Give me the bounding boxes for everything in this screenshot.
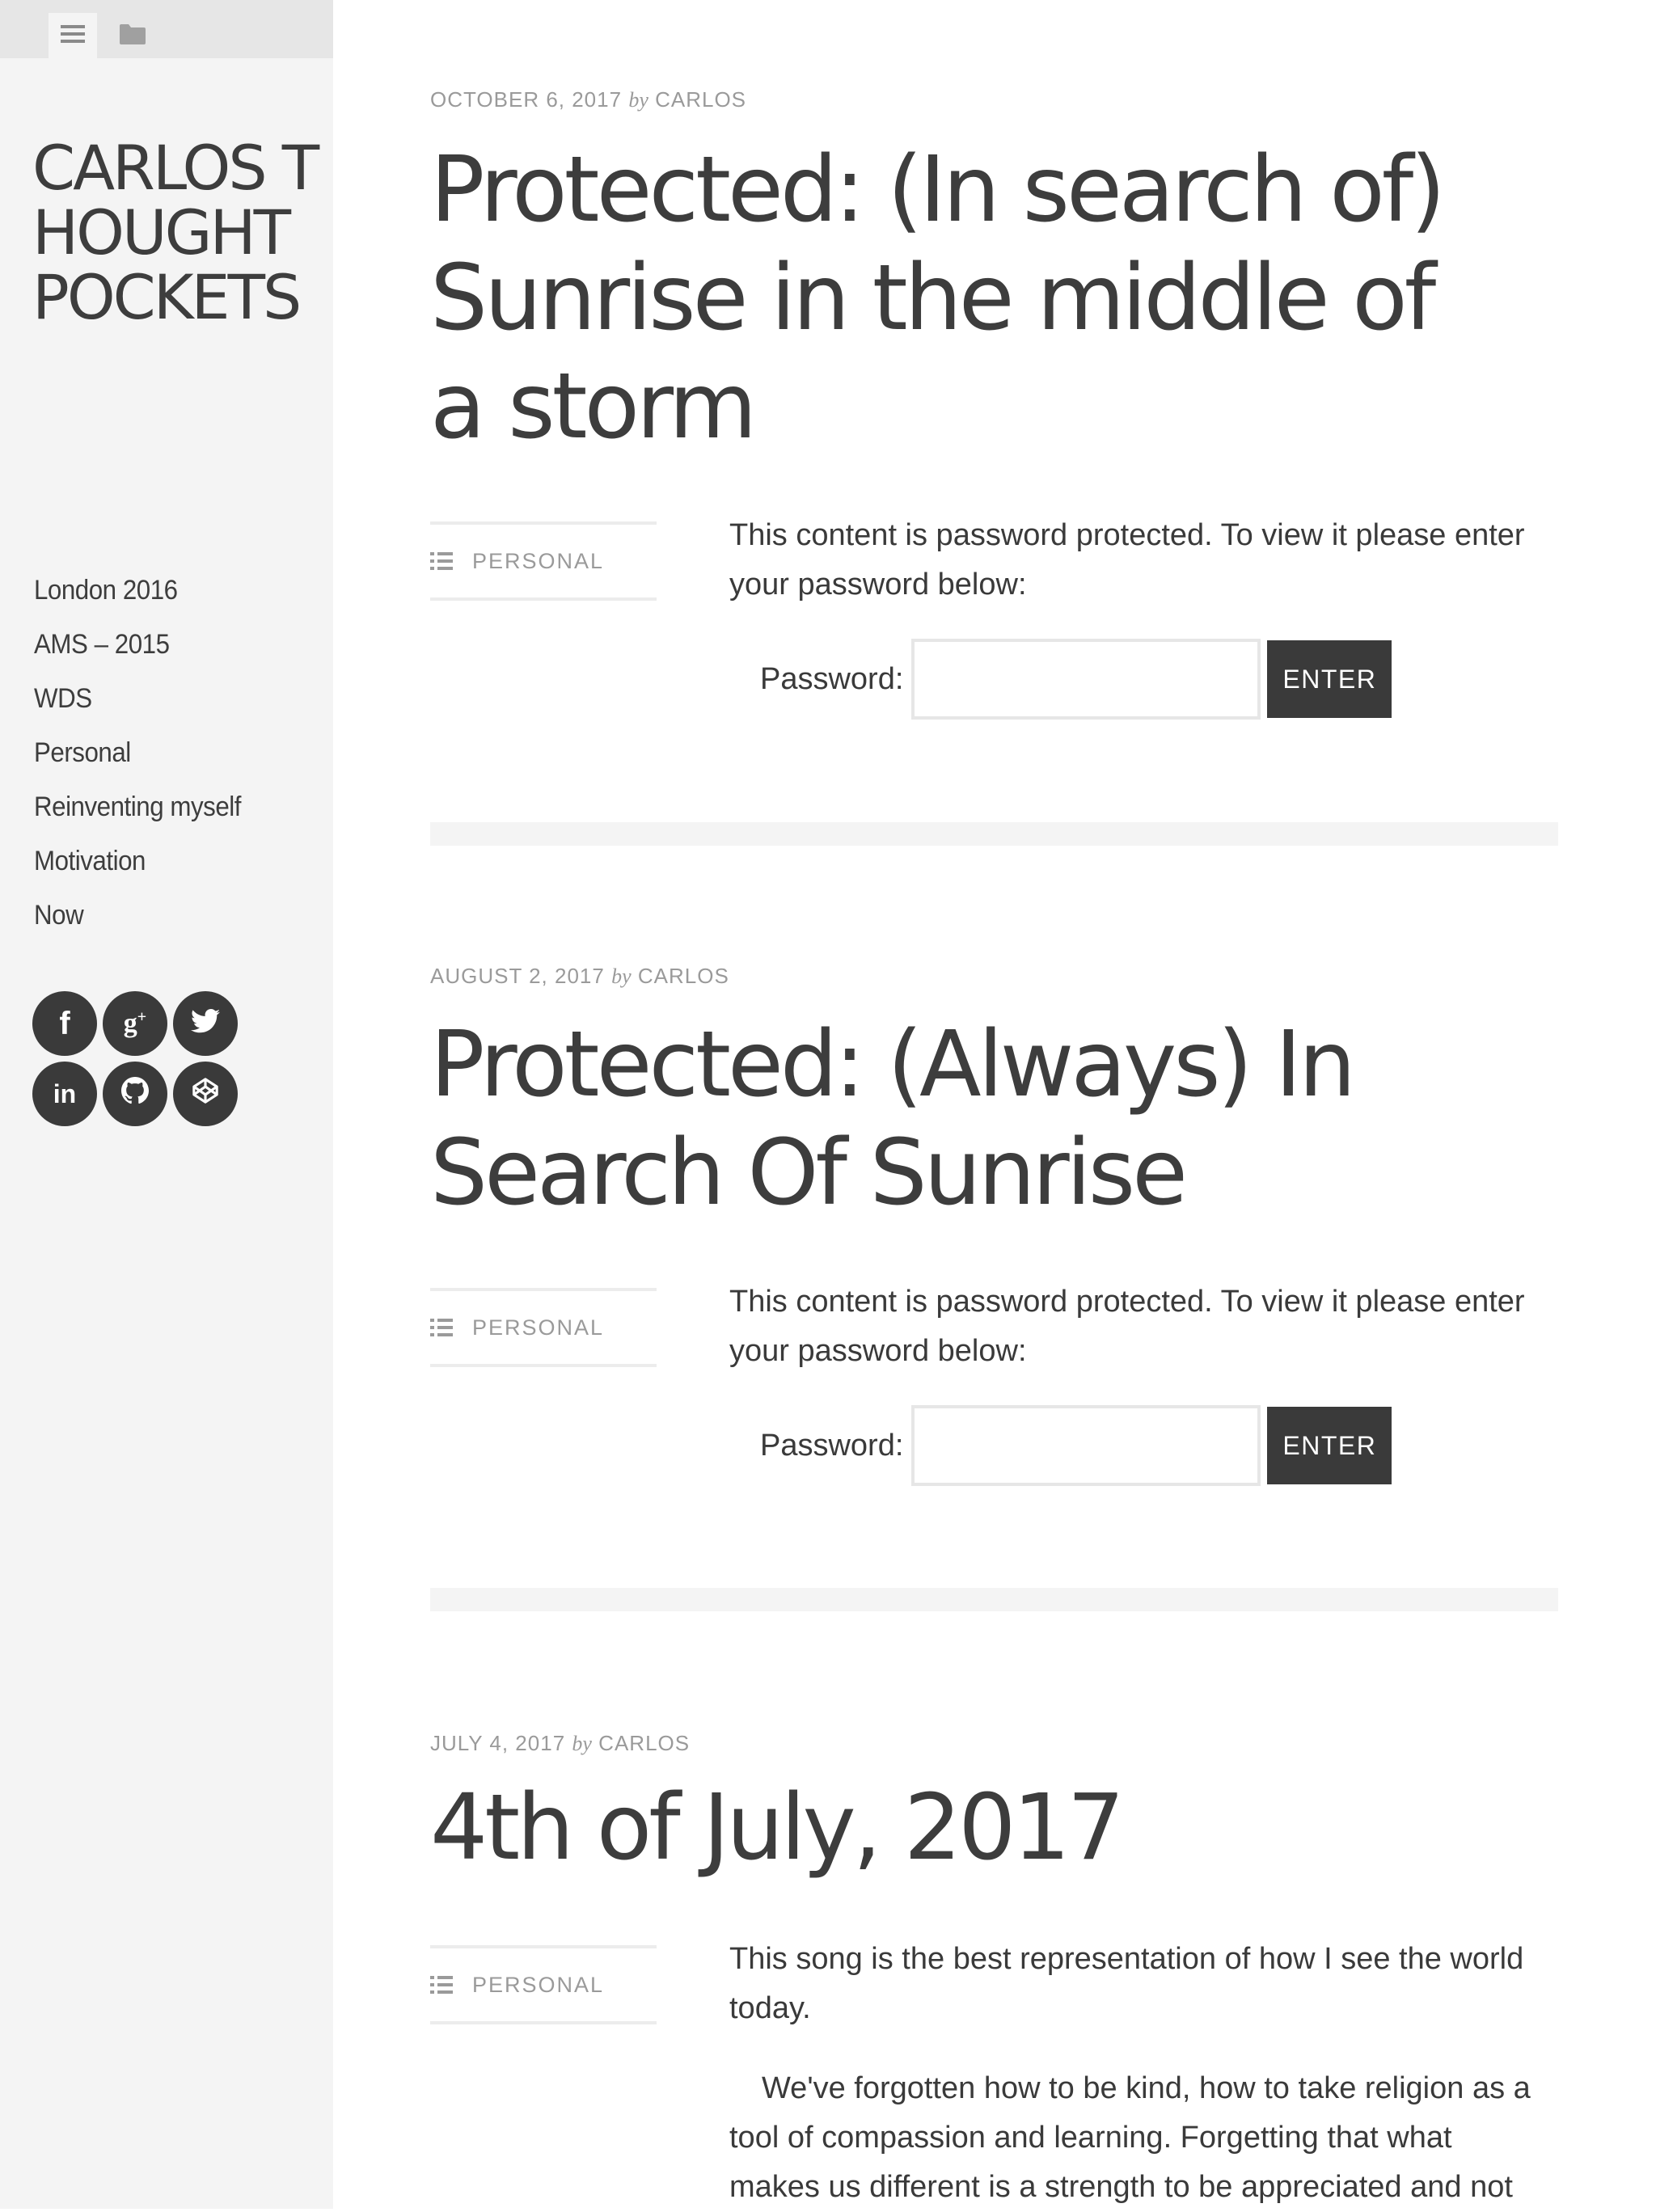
category-link[interactable]: PERSONAL bbox=[472, 549, 604, 574]
category-link[interactable]: PERSONAL bbox=[472, 1973, 604, 1998]
post-title[interactable]: Protected: (Always) In Search Of Sunrise bbox=[430, 1011, 1498, 1227]
list-icon bbox=[430, 552, 453, 570]
folder-tab-button[interactable] bbox=[108, 13, 157, 58]
category-link[interactable]: PERSONAL bbox=[472, 1315, 604, 1340]
linkedin-icon: in bbox=[53, 1079, 77, 1108]
google-plus-icon: g+ bbox=[123, 1007, 147, 1039]
post-meta: JULY 4, 2017 by CARLOS bbox=[430, 1731, 690, 1756]
codepen-button[interactable] bbox=[173, 1062, 238, 1126]
sidebar-item-reinventing-myself[interactable]: Reinventing myself bbox=[34, 780, 241, 834]
sidebar-item-personal[interactable]: Personal bbox=[34, 726, 241, 780]
list-icon bbox=[430, 1976, 453, 1994]
facebook-icon: f bbox=[59, 1005, 70, 1041]
twitter-icon bbox=[191, 1007, 220, 1041]
post-divider bbox=[430, 1588, 1558, 1611]
github-icon bbox=[121, 1076, 149, 1112]
post-body: This content is password protected. To v… bbox=[729, 511, 1538, 610]
password-form: Password: ENTER bbox=[760, 1405, 1392, 1486]
password-label: Password: bbox=[760, 1428, 904, 1463]
sidebar: CARLOS THOUGHT POCKETS London 2016 AMS –… bbox=[0, 0, 333, 2209]
site-title[interactable]: CARLOS THOUGHT POCKETS bbox=[32, 136, 323, 330]
category-box: PERSONAL bbox=[430, 1288, 657, 1367]
list-icon bbox=[430, 1319, 453, 1336]
password-label: Password: bbox=[760, 661, 904, 696]
post-divider bbox=[430, 822, 1558, 846]
codepen-icon bbox=[192, 1077, 219, 1112]
post-byline: by bbox=[628, 88, 648, 112]
password-notice: This content is password protected. To v… bbox=[729, 518, 1525, 602]
twitter-button[interactable] bbox=[173, 991, 238, 1056]
post-date[interactable]: JULY 4, 2017 bbox=[430, 1731, 565, 1755]
linkedin-button[interactable]: in bbox=[32, 1062, 97, 1126]
post-byline: by bbox=[572, 1732, 592, 1755]
github-button[interactable] bbox=[103, 1062, 167, 1126]
sidebar-item-wds[interactable]: WDS bbox=[34, 672, 241, 726]
google-plus-button[interactable]: g+ bbox=[103, 991, 167, 1056]
enter-button[interactable]: ENTER bbox=[1267, 640, 1392, 718]
menu-icon bbox=[61, 23, 85, 48]
post-author[interactable]: CARLOS bbox=[598, 1731, 690, 1755]
post-author[interactable]: CARLOS bbox=[638, 964, 729, 988]
post-author[interactable]: CARLOS bbox=[655, 87, 746, 112]
password-input[interactable] bbox=[911, 1405, 1261, 1486]
sidebar-item-now[interactable]: Now bbox=[34, 889, 241, 943]
sidebar-item-ams-2015[interactable]: AMS – 2015 bbox=[34, 618, 241, 672]
enter-button[interactable]: ENTER bbox=[1267, 1407, 1392, 1484]
category-box: PERSONAL bbox=[430, 521, 657, 601]
category-box: PERSONAL bbox=[430, 1945, 657, 2024]
post-date[interactable]: OCTOBER 6, 2017 bbox=[430, 87, 622, 112]
post-byline: by bbox=[611, 965, 632, 988]
folder-icon bbox=[120, 23, 146, 48]
password-notice: This content is password protected. To v… bbox=[729, 1285, 1525, 1368]
post-title[interactable]: Protected: (In search of) Sunrise in the… bbox=[430, 136, 1498, 461]
sidebar-item-motivation[interactable]: Motivation bbox=[34, 834, 241, 889]
menu-tab-button[interactable] bbox=[49, 13, 97, 58]
post-body: This song is the best representation of … bbox=[729, 1935, 1538, 2212]
facebook-button[interactable]: f bbox=[32, 991, 97, 1056]
post-meta: AUGUST 2, 2017 by CARLOS bbox=[430, 964, 729, 989]
password-input[interactable] bbox=[911, 639, 1261, 720]
post-date[interactable]: AUGUST 2, 2017 bbox=[430, 964, 605, 988]
social-links: f g+ in bbox=[32, 991, 244, 1126]
post-meta: OCTOBER 6, 2017 by CARLOS bbox=[430, 87, 746, 112]
post-title[interactable]: 4th of July, 2017 bbox=[430, 1774, 1498, 1882]
sidebar-nav: London 2016 AMS – 2015 WDS Personal Rein… bbox=[34, 564, 259, 943]
post-body: This content is password protected. To v… bbox=[729, 1277, 1538, 1376]
password-form: Password: ENTER bbox=[760, 639, 1392, 720]
sidebar-item-london-2016[interactable]: London 2016 bbox=[34, 564, 241, 618]
sidebar-tab-bar bbox=[0, 0, 333, 58]
post-paragraph: This song is the best representation of … bbox=[729, 1942, 1524, 2025]
post-paragraph: We've forgotten how to be kind, how to t… bbox=[729, 2071, 1531, 2204]
